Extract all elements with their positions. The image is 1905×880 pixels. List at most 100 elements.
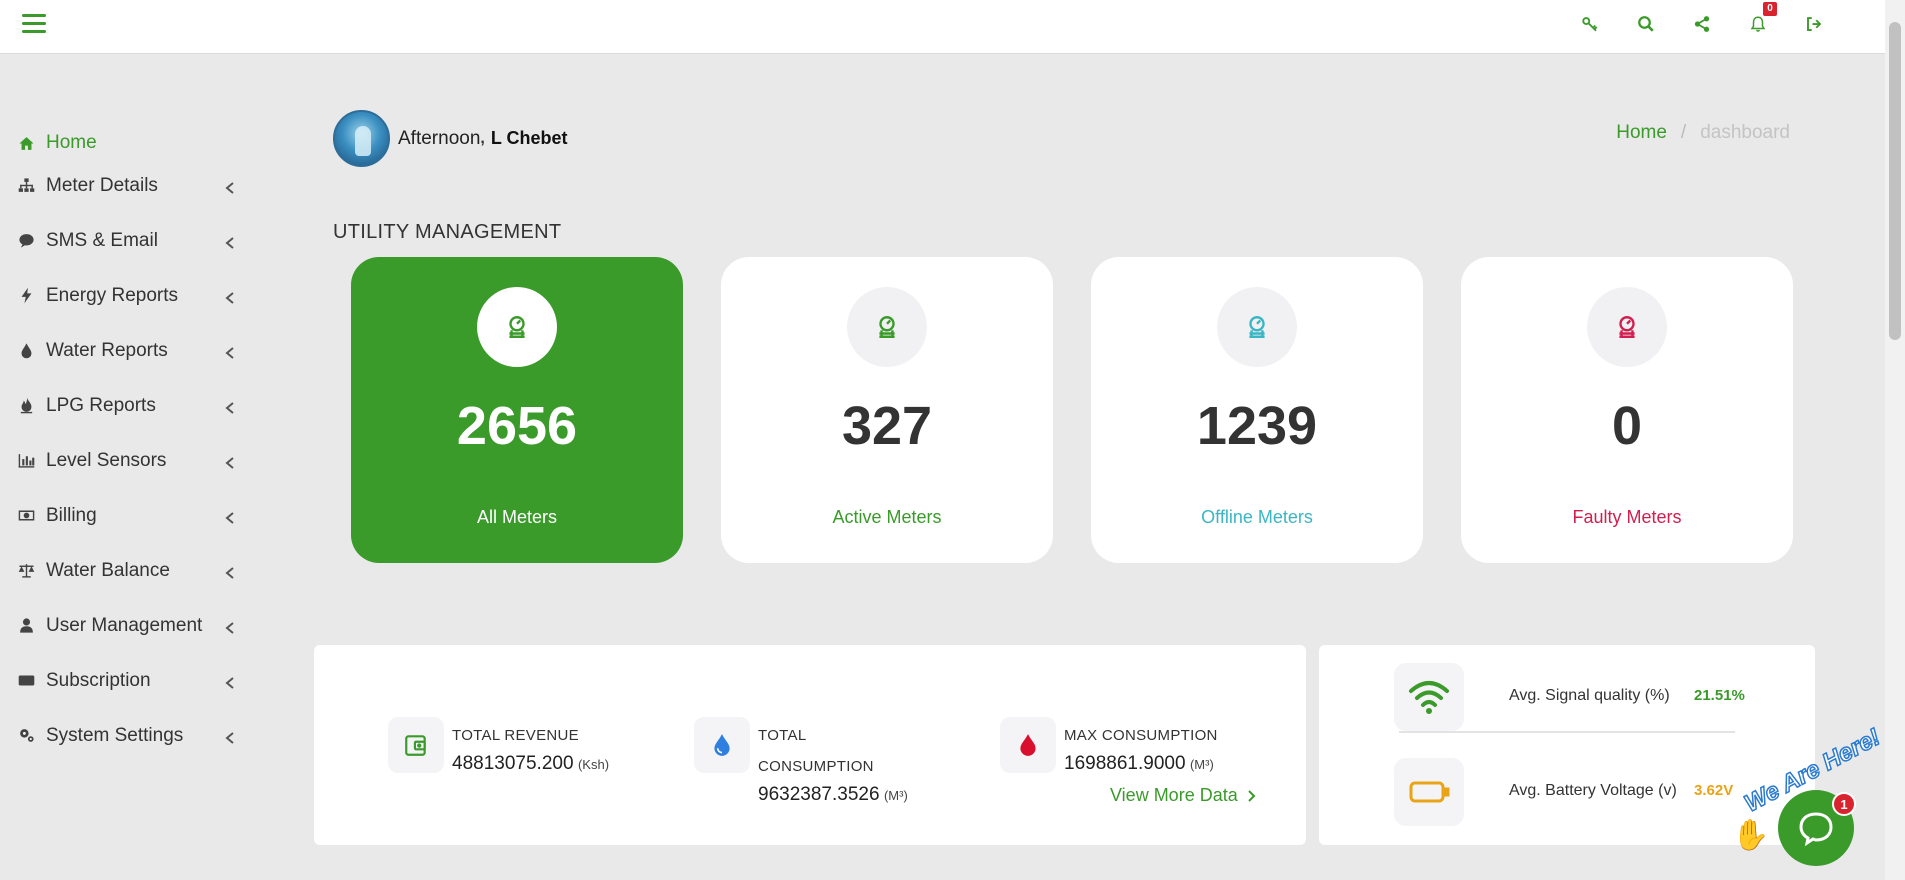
sidebar-item-label: Home: [46, 132, 97, 153]
user-icon: [16, 616, 36, 636]
search-icon[interactable]: [1635, 12, 1657, 36]
total-label: TOTAL: [758, 727, 807, 744]
page-scrollbar[interactable]: [1885, 0, 1905, 880]
totals-panel: TOTAL REVENUE 48813075.200 (Ksh) TOTAL C…: [314, 645, 1306, 845]
sidebar-item-label: Billing: [46, 504, 97, 526]
sidebar-item-label: LPG Reports: [46, 394, 156, 416]
sidebar-item-sms-email[interactable]: SMS & Email: [0, 213, 245, 268]
greeting: Afternoon , L Chebet: [333, 110, 568, 167]
sidebar-item-lpg-reports[interactable]: LPG Reports: [0, 378, 245, 433]
sign-out-icon[interactable]: [1803, 12, 1825, 36]
key-icon[interactable]: [1579, 12, 1601, 36]
card-label: Faulty Meters: [1572, 507, 1682, 527]
sidebar-item-label: System Settings: [46, 724, 184, 746]
total-value: 1698861.9000: [1064, 753, 1186, 774]
breadcrumb-current: dashboard: [1700, 122, 1790, 143]
meter-icon: [477, 287, 557, 367]
wallet-icon: [388, 717, 444, 773]
chevron-left-icon: [225, 618, 235, 634]
chevron-left-icon: [225, 453, 235, 469]
breadcrumb-home-link[interactable]: Home: [1616, 122, 1667, 144]
view-more-data-link[interactable]: View More Data: [1110, 785, 1256, 806]
device-health-panel: Avg. Signal quality (%) 21.51% Avg. Batt…: [1319, 645, 1815, 845]
chevron-left-icon: [225, 398, 235, 414]
home-icon: [16, 133, 36, 153]
sidebar-item-label: Level Sensors: [46, 449, 167, 471]
breadcrumb-separator: /: [1680, 122, 1687, 143]
chevron-left-icon: [225, 673, 235, 689]
greeting-salutation: Afternoon: [398, 127, 481, 149]
sidebar-item-energy-reports[interactable]: Energy Reports: [0, 268, 245, 323]
bar-chart-icon: [16, 451, 36, 471]
menu-toggle-icon[interactable]: [22, 14, 46, 34]
signal-quality-row: Avg. Signal quality (%) 21.51%: [1394, 663, 1774, 731]
user-name: L Chebet: [490, 128, 568, 148]
card-label: All Meters: [476, 507, 557, 527]
chat-bubble-icon: [1799, 812, 1833, 847]
sidebar: Home Meter Details SMS & Email Energy Re…: [0, 128, 245, 763]
fire-icon: [16, 396, 36, 416]
blood-drop-icon: [1000, 717, 1056, 773]
total-label: MAX CONSUMPTION: [1064, 727, 1218, 744]
cogs-icon: [16, 726, 36, 746]
sidebar-item-subscription[interactable]: Subscription: [0, 653, 245, 708]
all-meters-card[interactable]: 2656 All Meters: [351, 257, 683, 563]
top-bar: 0: [0, 0, 1885, 54]
sidebar-item-label: Subscription: [46, 669, 151, 691]
meter-icon: [1217, 287, 1297, 367]
chevron-left-icon: [225, 508, 235, 524]
total-value: 9632387.3526: [758, 784, 880, 805]
total-revenue: TOTAL REVENUE 48813075.200 (Ksh): [388, 717, 610, 777]
sitemap-icon: [16, 176, 36, 196]
max-consumption: MAX CONSUMPTION 1698861.9000 (M³): [1000, 717, 1218, 777]
card-value: 327: [841, 396, 933, 456]
offline-meters-card[interactable]: 1239 Offline Meters: [1091, 257, 1423, 563]
sidebar-item-billing[interactable]: Billing: [0, 488, 245, 543]
meter-icon: [847, 287, 927, 367]
drop-icon: [16, 341, 36, 361]
divider: [1399, 731, 1735, 733]
chevron-left-icon: [225, 343, 235, 359]
sidebar-item-home[interactable]: Home: [0, 128, 245, 158]
signal-quality-label: Avg. Signal quality (%): [1509, 687, 1670, 704]
sidebar-item-meter-details[interactable]: Meter Details: [0, 158, 245, 213]
comment-icon: [16, 231, 36, 251]
active-meters-card[interactable]: 327 Active Meters: [721, 257, 1053, 563]
card-label: Active Meters: [832, 507, 942, 527]
breadcrumb: Home / dashboard: [1616, 122, 1790, 144]
scrollbar-thumb[interactable]: [1889, 22, 1901, 340]
water-drop-icon: [694, 717, 750, 773]
sidebar-item-label: SMS & Email: [46, 229, 158, 251]
total-label: CONSUMPTION: [758, 758, 874, 775]
notification-badge: 0: [1763, 2, 1777, 16]
faulty-meters-card[interactable]: 0 Faulty Meters: [1461, 257, 1793, 563]
sidebar-item-label: Water Reports: [46, 339, 168, 361]
card-value: 2656: [456, 396, 578, 456]
total-label: TOTAL REVENUE: [452, 727, 579, 744]
sidebar-item-system-settings[interactable]: System Settings: [0, 708, 245, 763]
battery-voltage-value: 3.62V: [1694, 782, 1734, 799]
total-unit: (Ksh): [577, 757, 610, 772]
money-icon: [16, 506, 36, 526]
greeting-comma: ,: [480, 129, 485, 147]
chevron-left-icon: [225, 233, 235, 249]
share-icon[interactable]: [1691, 12, 1713, 36]
sidebar-item-level-sensors[interactable]: Level Sensors: [0, 433, 245, 488]
wifi-icon: [1394, 663, 1464, 731]
sidebar-item-water-reports[interactable]: Water Reports: [0, 323, 245, 378]
view-more-label: View More Data: [1110, 785, 1238, 805]
bell-icon[interactable]: 0: [1747, 2, 1777, 36]
sidebar-item-water-balance[interactable]: Water Balance: [0, 543, 245, 598]
card-value: 0: [1611, 396, 1643, 456]
chevron-left-icon: [225, 288, 235, 304]
sidebar-item-user-management[interactable]: User Management: [0, 598, 245, 653]
card-value: 1239: [1196, 396, 1318, 456]
waving-hand-icon: ✋: [1732, 819, 1770, 852]
card-icon: [16, 671, 36, 691]
avatar[interactable]: [333, 110, 390, 167]
sidebar-item-label: Energy Reports: [46, 284, 179, 306]
total-consumption: TOTAL CONSUMPTION 9632387.3526 (M³): [694, 717, 908, 808]
stat-cards: 2656 All Meters 327 Active Meters 1239 O…: [351, 257, 1793, 563]
sidebar-item-label: Water Balance: [46, 559, 170, 581]
section-title: UTILITY MANAGEMENT: [333, 221, 562, 243]
